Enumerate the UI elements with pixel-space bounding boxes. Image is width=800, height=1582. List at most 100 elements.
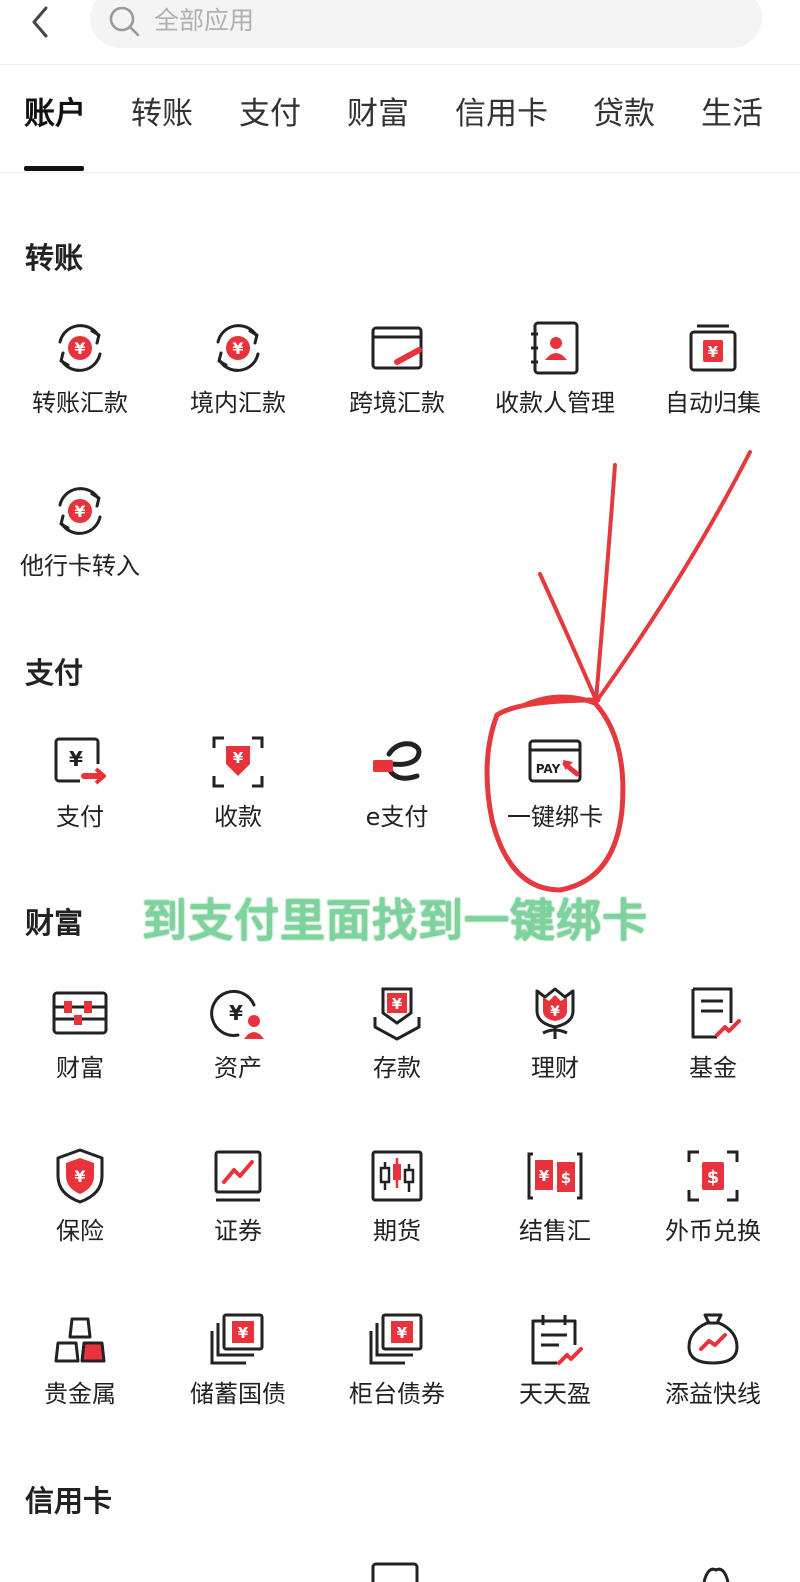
app-label: 证券 [214, 1217, 262, 1245]
cycle-yuan-icon: ¥ [216, 324, 260, 372]
app-other-bank-transfer-in[interactable]: ¥ 他行卡转入 [0, 481, 160, 601]
back-arrow-icon[interactable] [22, 2, 62, 42]
app-savings-bonds[interactable]: ¥ 储蓄国债 [158, 1309, 318, 1429]
app-label: 储蓄国债 [190, 1380, 286, 1408]
counter-bond-icon: ¥ [369, 1313, 423, 1365]
wealth-abacus-icon [52, 991, 108, 1035]
app-fx-settlement[interactable]: ¥ $ 结售汇 [475, 1146, 635, 1266]
credit-card-icon-partial [371, 1562, 419, 1582]
app-precious-metals[interactable]: 贵金属 [0, 1309, 160, 1429]
app-label: 贵金属 [44, 1380, 116, 1408]
lotus-yuan-icon: ¥ [535, 987, 575, 1039]
tab-payment[interactable]: 支付 [239, 94, 301, 134]
cross-border-card-icon [371, 326, 423, 370]
section-title-credit-card: 信用卡 [25, 1484, 113, 1518]
app-securities[interactable]: 证券 [158, 1146, 318, 1266]
app-transfer-remit[interactable]: ¥ 转账汇款 [0, 318, 160, 438]
svg-text:¥: ¥ [539, 1167, 550, 1185]
app-label: e支付 [365, 803, 429, 831]
app-payee-management[interactable]: 收款人管理 [475, 318, 635, 438]
app-label: 基金 [689, 1054, 737, 1082]
exchange-yuan-dollar-icon: ¥ $ [527, 1152, 583, 1200]
money-bag-icon [687, 1313, 739, 1365]
tab-loan[interactable]: 贷款 [593, 94, 655, 134]
search-placeholder: 全部应用 [154, 6, 255, 35]
app-label: 一键绑卡 [507, 803, 603, 831]
e-pay-icon [373, 741, 422, 781]
category-tabs: 账户 转账 支付 财富 信用卡 贷款 生活 [0, 64, 800, 173]
svg-text:PAY: PAY [536, 762, 561, 776]
app-tiantianying[interactable]: 天天盈 [475, 1309, 635, 1429]
app-label: 存款 [373, 1054, 421, 1082]
svg-text:¥: ¥ [74, 1167, 85, 1186]
app-e-pay[interactable]: e支付 [317, 732, 477, 852]
app-label: 资产 [214, 1054, 262, 1082]
app-tianyi-kuaixian[interactable]: 添益快线 [633, 1309, 793, 1429]
search-bar[interactable]: 全部应用 [90, 0, 762, 48]
svg-text:¥: ¥ [238, 1324, 249, 1342]
app-label: 柜台债券 [349, 1380, 445, 1408]
tab-wealth[interactable]: 财富 [347, 94, 409, 134]
app-counter-bonds[interactable]: ¥ 柜台债券 [317, 1309, 477, 1429]
svg-text:$: $ [561, 1169, 571, 1187]
search-icon [109, 6, 140, 37]
app-auto-collect[interactable]: ¥ 自动归集 [633, 318, 793, 438]
app-fund[interactable]: 基金 [633, 983, 793, 1103]
app-label: 添益快线 [665, 1380, 761, 1408]
app-label: 跨境汇款 [349, 389, 445, 417]
tab-credit-card[interactable]: 信用卡 [455, 94, 548, 134]
app-pay[interactable]: ¥ 支付 [0, 732, 160, 852]
active-tab-indicator [24, 166, 84, 171]
annotation-instruction-text: 到支付里面找到一键绑卡 [142, 894, 649, 947]
foreign-currency-icon: $ [687, 1150, 739, 1202]
deposit-shield-icon: ¥ [373, 987, 421, 1041]
section-title-wealth: 财富 [25, 906, 84, 940]
auto-collect-icon: ¥ [689, 324, 737, 372]
gold-bars-icon [54, 1317, 106, 1363]
savings-bond-icon: ¥ [210, 1313, 264, 1365]
svg-text:¥: ¥ [708, 343, 719, 361]
svg-text:¥: ¥ [392, 995, 403, 1013]
tab-transfer[interactable]: 转账 [131, 94, 193, 134]
svg-text:¥: ¥ [229, 1001, 243, 1025]
tab-life[interactable]: 生活 [701, 94, 763, 134]
app-label: 他行卡转入 [20, 552, 140, 580]
yuan-card-arrow-icon: ¥ [54, 737, 106, 785]
svg-text:¥: ¥ [550, 1004, 560, 1020]
app-label: 支付 [56, 803, 104, 831]
app-wealth[interactable]: 财富 [0, 983, 160, 1103]
receive-scan-icon: ¥ [212, 736, 264, 788]
app-label: 理财 [531, 1054, 579, 1082]
app-foreign-currency-exchange[interactable]: $ 外币兑换 [633, 1146, 793, 1266]
app-insurance[interactable]: ¥ 保险 [0, 1146, 160, 1266]
assets-yuan-user-icon: ¥ [210, 989, 264, 1039]
app-label: 财富 [56, 1054, 104, 1082]
app-label: 外币兑换 [665, 1217, 761, 1245]
app-futures[interactable]: 期货 [317, 1146, 477, 1266]
svg-text:$: $ [707, 1167, 720, 1188]
app-label: 自动归集 [665, 389, 761, 417]
cycle-yuan-icon: ¥ [58, 487, 102, 535]
tab-account[interactable]: 账户 [24, 94, 86, 134]
app-one-click-bind-card[interactable]: PAY 一键绑卡 [475, 732, 635, 852]
app-label: 期货 [373, 1217, 421, 1245]
app-deposit[interactable]: ¥ 存款 [317, 983, 477, 1103]
svg-text:¥: ¥ [74, 339, 85, 358]
gift-icon-partial [702, 1567, 730, 1582]
app-receive[interactable]: ¥ 收款 [158, 732, 318, 852]
securities-chart-icon [214, 1150, 262, 1202]
app-label: 收款 [214, 803, 262, 831]
svg-text:¥: ¥ [397, 1324, 408, 1342]
svg-text:¥: ¥ [74, 502, 85, 521]
app-domestic-remit[interactable]: ¥ 境内汇款 [158, 318, 318, 438]
app-label: 转账汇款 [32, 389, 128, 417]
calendar-trend-icon [531, 1315, 583, 1365]
top-bar: 全部应用 [0, 0, 800, 65]
app-financial-products[interactable]: ¥ 理财 [475, 983, 635, 1103]
app-cross-border-remit[interactable]: 跨境汇款 [317, 318, 477, 438]
app-assets[interactable]: ¥ 资产 [158, 983, 318, 1103]
cycle-yuan-icon: ¥ [58, 324, 102, 372]
payee-contact-icon [531, 321, 579, 375]
app-label: 保险 [56, 1217, 104, 1245]
app-label: 收款人管理 [495, 389, 615, 417]
